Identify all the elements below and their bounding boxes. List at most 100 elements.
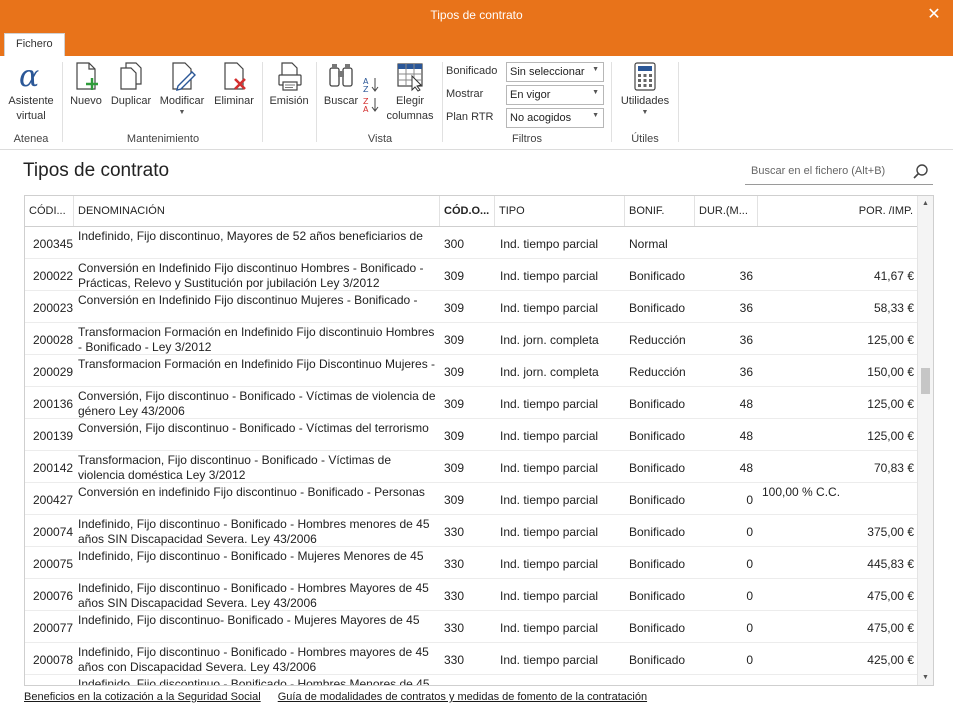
cell-tipo: Ind. tiempo parcial	[500, 653, 599, 667]
col-header-code[interactable]: CÓDI...	[25, 196, 74, 226]
table-header: CÓDI... DENOMINACIÓN CÓD.O... TIPO BONIF…	[25, 196, 917, 227]
elegir-columnas-button[interactable]: Elegir columnas	[386, 60, 434, 124]
scroll-down-icon[interactable]: ▼	[918, 670, 933, 685]
cell-code: 200427	[33, 493, 74, 507]
cell-duracion: 36	[739, 333, 753, 347]
cell-tipo: Ind. tiempo parcial	[500, 589, 599, 603]
bonificado-value: Sin seleccionar	[510, 66, 585, 78]
table-row[interactable]: 200023 Conversión en Indefinido Fijo disc…	[25, 291, 917, 323]
planrtr-select[interactable]: No acogidos ▼	[506, 108, 604, 128]
cell-cod-oficial: 330	[444, 557, 465, 571]
chevron-down-icon: ▼	[641, 109, 649, 116]
cell-duracion: 0	[746, 493, 753, 507]
asistente-label-2: virtual	[16, 110, 46, 122]
col-header-bonif[interactable]: BONIF.	[625, 196, 695, 226]
table-row[interactable]: 200139 Conversión, Fijo discontinuo - Bon…	[25, 419, 917, 451]
ribbon-separator	[678, 62, 679, 142]
table-row[interactable]: 200022 Conversión en Indefinido Fijo disc…	[25, 259, 917, 291]
cell-denominacion: Conversión en indefinido Fijo discontinu…	[78, 485, 425, 499]
asistente-virtual-button[interactable]: α Asistente virtual	[2, 60, 60, 124]
emision-button[interactable]: Emisión	[266, 60, 312, 109]
cell-bonif: Bonificado	[629, 525, 686, 539]
vertical-scrollbar[interactable]: ▲ ▼	[917, 196, 933, 685]
bonificado-select[interactable]: Sin seleccionar ▼	[506, 62, 604, 82]
cell-bonif: Normal	[629, 237, 668, 251]
modificar-button[interactable]: Modificar ▼	[156, 60, 208, 117]
col-header-cod-oficial[interactable]: CÓD.O...	[440, 196, 495, 226]
table-row[interactable]: 200074 Indefinido, Fijo discontinuo - Bon…	[25, 515, 917, 547]
col-header-denominacion[interactable]: DENOMINACIÓN	[74, 196, 440, 226]
cell-duracion: 0	[746, 589, 753, 603]
duplicar-button[interactable]: Duplicar	[108, 60, 154, 109]
search-icon[interactable]	[912, 163, 930, 181]
nuevo-button[interactable]: Nuevo	[66, 60, 106, 109]
table-row[interactable]: 200029 Transformacion Formación en Indefi…	[25, 355, 917, 387]
group-label-vista: Vista	[367, 133, 393, 145]
link-beneficios-cotizacion[interactable]: Beneficios en la cotización a la Segurid…	[24, 691, 261, 703]
cell-cod-oficial: 309	[444, 429, 465, 443]
cell-por-imp: 70,83 €	[873, 461, 914, 475]
table-row[interactable]: 200427 Conversión en indefinido Fijo disc…	[25, 483, 917, 515]
mostrar-select[interactable]: En vigor ▼	[506, 85, 604, 105]
planrtr-value: No acogidos	[510, 112, 572, 124]
cell-tipo: Ind. tiempo parcial	[500, 621, 599, 635]
duplicar-label: Duplicar	[110, 95, 152, 107]
cell-por-imp: 100,00 % C.C.	[762, 485, 841, 499]
cell-denominacion: Conversión en Indefinido Fijo discontinu…	[78, 293, 418, 307]
eliminar-button[interactable]: Eliminar	[210, 60, 258, 109]
cell-tipo: Ind. tiempo parcial	[500, 237, 599, 251]
table-row[interactable]: 200076 Indefinido, Fijo discontinuo - Bon…	[25, 579, 917, 611]
ribbon: α Asistente virtual Atenea Nuevo Duplica…	[0, 56, 953, 150]
cell-denominacion: Indefinido, Fijo discontinuo - Bonificad…	[78, 517, 430, 546]
emision-label: Emisión	[269, 95, 309, 107]
cell-duracion: 0	[746, 557, 753, 571]
table-row[interactable]: 200345 Indefinido, Fijo discontinuo, Mayo…	[25, 227, 917, 259]
cell-por-imp: 475,00 €	[867, 621, 914, 635]
cell-tipo: Ind. tiempo parcial	[500, 557, 599, 571]
cell-duracion: 0	[746, 621, 753, 635]
cell-denominacion: Indefinido, Fijo discontinuo, Mayores de…	[78, 229, 423, 243]
cell-denominacion: Conversión en Indefinido Fijo discontinu…	[78, 261, 424, 290]
scroll-up-icon[interactable]: ▲	[918, 196, 933, 211]
cell-tipo: Ind. tiempo parcial	[500, 493, 599, 507]
cell-code: 200023	[33, 301, 74, 315]
link-guia-modalidades[interactable]: Guía de modalidades de contratos y medid…	[278, 691, 647, 703]
tab-fichero[interactable]: Fichero	[4, 33, 65, 56]
table-row[interactable]: 200075 Indefinido, Fijo discontinuo - Bon…	[25, 547, 917, 579]
table-row[interactable]: 200142 Transformacion, Fijo discontinuo -…	[25, 451, 917, 483]
cell-duracion: 48	[739, 461, 753, 475]
cell-denominacion: Transformacion Formación en Indefinido F…	[78, 325, 435, 354]
col-header-tipo[interactable]: TIPO	[495, 196, 625, 226]
col-header-duracion[interactable]: DUR.(M...	[695, 196, 758, 226]
cell-code: 200139	[33, 429, 74, 443]
col-header-por-imp[interactable]: POR. /IMP.	[758, 196, 917, 226]
cell-tipo: Ind. tiempo parcial	[500, 301, 599, 315]
search-input[interactable]: Buscar en el fichero (Alt+B)	[745, 160, 933, 185]
cell-denominacion: Indefinido, Fijo discontinuo- Bonificado…	[78, 613, 420, 627]
elegir-label-1: Elegir	[395, 95, 425, 107]
group-label-mantenimiento: Mantenimiento	[126, 133, 200, 145]
sort-button[interactable]: A Z Z A	[362, 74, 380, 114]
table-row[interactable]: 200078 Indefinido, Fijo discontinuo - Bon…	[25, 643, 917, 675]
modificar-label: Modificar	[159, 95, 205, 107]
binoculars-icon	[329, 64, 353, 87]
table-row[interactable]: 200077 Indefinido, Fijo discontinuo- Boni…	[25, 611, 917, 643]
eliminar-label: Eliminar	[214, 95, 254, 107]
new-document-icon	[76, 62, 98, 90]
columns-icon	[397, 63, 423, 92]
table-row[interactable]: 200028 Transformacion Formación en Indefi…	[25, 323, 917, 355]
buscar-button[interactable]: Buscar	[320, 60, 362, 109]
close-icon[interactable]: ✕	[923, 4, 945, 26]
cell-cod-oficial: 309	[444, 269, 465, 283]
group-label-utiles: Útiles	[631, 133, 659, 145]
table-row[interactable]: Indefinido, Fijo discontinuo - Bonificad…	[25, 675, 917, 685]
utilidades-button[interactable]: Utilidades ▼	[614, 60, 676, 117]
cell-denominacion: Indefinido, Fijo discontinuo - Bonificad…	[78, 645, 429, 674]
ribbon-separator	[316, 62, 317, 142]
window-title: Tipos de contrato	[430, 8, 523, 22]
cell-por-imp: 41,67 €	[873, 269, 914, 283]
cell-code: 200345	[33, 237, 74, 251]
scrollbar-thumb[interactable]	[921, 368, 930, 394]
table-row[interactable]: 200136 Conversión, Fijo discontinuo - Bon…	[25, 387, 917, 419]
group-utiles: Utilidades ▼ Útiles	[614, 60, 676, 148]
